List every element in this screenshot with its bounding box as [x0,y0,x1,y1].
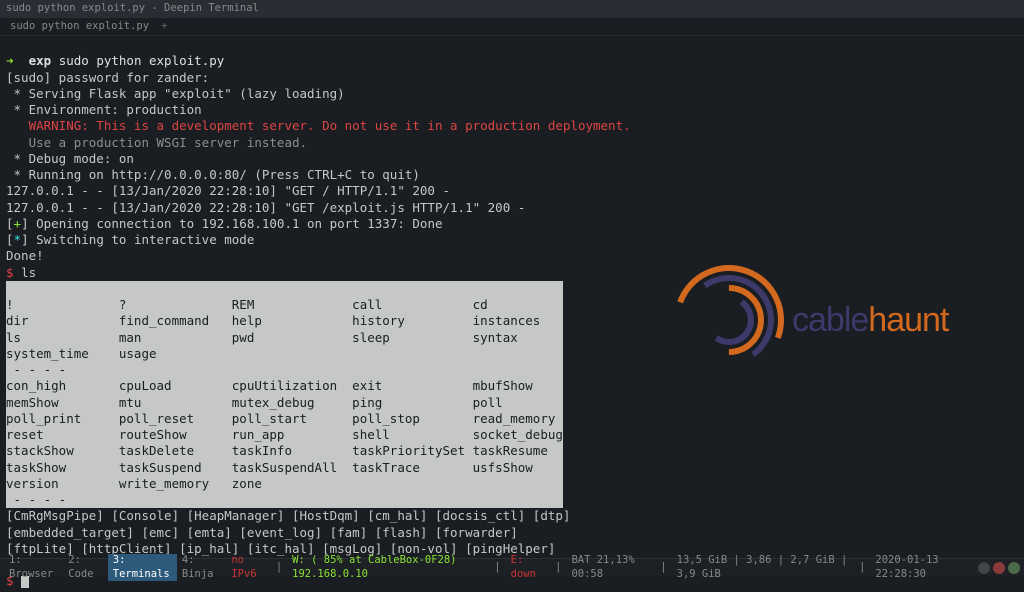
ls-row: ! ? REM call cd [6,297,488,312]
pwn-open: [+] Opening connection to 192.168.100.1 … [6,216,443,231]
tray-icons [974,562,1020,574]
ls-dash: - - - - [6,492,66,507]
status-sep: | [271,561,287,575]
flask-warning: WARNING: This is a development server. D… [6,118,631,133]
ls-dash: - - - - [6,362,66,377]
workspace-browser[interactable]: 1: Browser [4,554,63,581]
ls-row: system_time usage [6,346,157,361]
ls-row: reset routeShow run_app shell socket_deb… [6,427,563,442]
prompt-arrow: ➜ [6,53,14,68]
pwn-switch: [*] Switching to interactive mode [6,232,254,247]
status-sep: | [655,561,671,575]
status-sep: | [550,561,566,575]
flask-serving: * Serving Flask app "exploit" (lazy load… [6,86,345,101]
status-ethernet: E: down [506,554,551,581]
prompt-context: exp [29,53,52,68]
flask-use-prod: Use a production WSGI server instead. [6,135,307,150]
window-titlebar: sudo python exploit.py - Deepin Terminal [0,0,1024,18]
ls-row: ls man pwd sleep syntax [6,330,518,345]
flask-running: * Running on http://0.0.0.0:80/ (Press C… [6,167,420,182]
logo-swirl-icon [674,265,784,375]
status-datetime: 2020-01-13 22:28:30 [870,554,974,581]
module-list: [embedded_target] [emc] [emta] [event_lo… [6,525,518,540]
ls-row: stackShow taskDelete taskInfo taskPriori… [6,443,548,458]
sudo-prompt: [sudo] password for zander: [6,70,209,85]
flask-env: * Environment: production [6,102,202,117]
ls-row: version write_memory zone [6,476,262,491]
http-log-2: 127.0.0.1 - - [13/Jan/2020 22:28:10] "GE… [6,200,525,215]
terminal-tab[interactable]: sudo python exploit.py [4,20,155,34]
ls-row: dir find_command help history instances [6,313,540,328]
pwn-done: Done! [6,248,44,263]
cablehaunt-logo: cablehaunt [674,255,1004,385]
http-log-1: 127.0.0.1 - - [13/Jan/2020 22:28:10] "GE… [6,183,450,198]
tray-icon[interactable] [978,562,990,574]
ls-row: con_high cpuLoad cpuUtilization exit mbu… [6,378,533,393]
tray-icon[interactable] [993,562,1005,574]
ls-row: memShow mtu mutex_debug ping poll [6,395,503,410]
workspace-terminals[interactable]: 3: Terminals [108,554,177,581]
status-bar: 1: Browser 2: Code 3: Terminals 4: Binja… [0,558,1024,576]
status-memory: 13,5 GiB | 3,86 | 2,7 GiB | 3,9 GiB [672,554,854,581]
status-battery: BAT 21,13% 00:58 [566,554,655,581]
workspace-binja[interactable]: 4: Binja [177,554,226,581]
status-noipv6: no IPv6 [226,554,271,581]
workspace-code[interactable]: 2: Code [63,554,108,581]
new-tab-button[interactable]: + [155,20,173,34]
ls-row: poll_print poll_reset poll_start poll_st… [6,411,555,426]
module-list: [CmRgMsgPipe] [Console] [HeapManager] [H… [6,508,570,523]
status-sep: | [489,561,505,575]
ls-row: taskShow taskSuspend taskSuspendAll task… [6,460,533,475]
prompt-command: sudo python exploit.py [59,53,225,68]
flask-debug: * Debug mode: on [6,151,134,166]
logo-text: cablehaunt [792,298,948,342]
tab-bar: sudo python exploit.py + [0,18,1024,36]
tray-icon[interactable] [1008,562,1020,574]
shell-ls: $ ls [6,265,36,280]
window-title: sudo python exploit.py - Deepin Terminal [6,2,259,16]
status-sep: | [854,561,870,575]
ls-output: ! ? REM call cd dir find_command help hi… [6,281,563,509]
status-wifi: W: ( 85% at CableBox-0F28) 192.168.0.10 [287,554,489,581]
